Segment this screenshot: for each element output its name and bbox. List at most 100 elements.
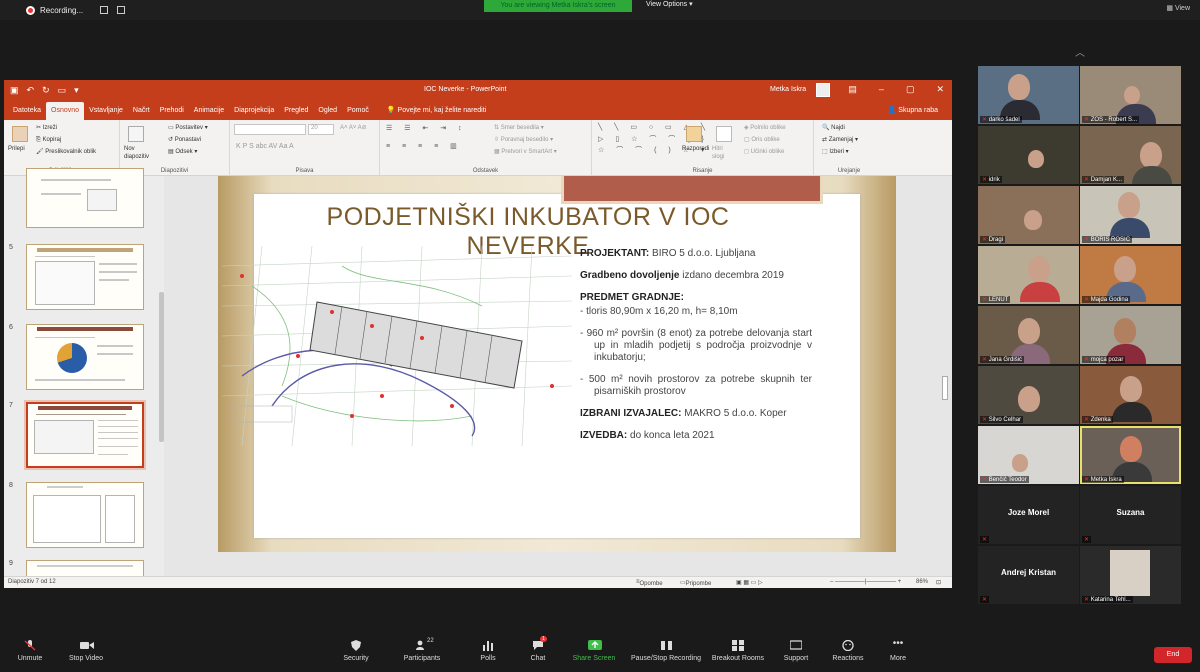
section-button[interactable]: ▤ Odsek ▾ bbox=[168, 148, 197, 157]
participant-tile[interactable]: ✕ idrik bbox=[978, 126, 1079, 184]
chat-button[interactable]: 1 Chat bbox=[508, 636, 568, 662]
list-icons[interactable]: ☰ ☰ ⇤ ⇥ ↕ bbox=[386, 124, 467, 132]
find-button[interactable]: 🔍 Najdi bbox=[822, 124, 845, 133]
text-direction-button[interactable]: ⇅ Smer besedila ▾ bbox=[494, 124, 544, 133]
present-icon[interactable]: ▭ bbox=[58, 85, 67, 96]
participant-tile[interactable]: ✕ Jana Grdišić bbox=[978, 306, 1079, 364]
participant-tile[interactable]: Andrej Kristan ✕ bbox=[978, 546, 1079, 604]
notes-button[interactable]: ≡ Opombe bbox=[636, 579, 663, 587]
paste-button[interactable]: Prilepi bbox=[8, 145, 25, 154]
site-plan-drawing[interactable] bbox=[221, 245, 573, 447]
participant-tile[interactable]: ✕ darko šadel bbox=[978, 66, 1079, 124]
participant-tile[interactable]: ✕ Dragi bbox=[978, 186, 1079, 244]
participants-button[interactable]: 22 Participants bbox=[392, 638, 452, 662]
slide-thumbnail[interactable] bbox=[26, 324, 144, 390]
quick-styles-icon[interactable] bbox=[716, 126, 732, 142]
fit-slide-icon[interactable]: ⊡ bbox=[936, 579, 941, 586]
stop-icon[interactable] bbox=[117, 6, 126, 14]
participant-tile[interactable]: ✕ ZOS - Robert S... bbox=[1080, 66, 1181, 124]
share-screen-button[interactable]: Share Screen bbox=[564, 640, 624, 662]
comments-button[interactable]: ▭ Pripombe bbox=[680, 579, 711, 587]
replace-button[interactable]: ⇄ Zamenjaj ▾ bbox=[822, 136, 858, 145]
quick-styles-button[interactable]: Hitri slogi bbox=[712, 145, 736, 161]
close-icon[interactable]: ✕ bbox=[936, 84, 944, 95]
tab-pomoc[interactable]: Pomoč bbox=[342, 102, 374, 120]
tell-me-search[interactable]: 💡 Povejte mi, kaj želite narediti bbox=[382, 102, 491, 120]
scroll-thumb[interactable] bbox=[942, 376, 948, 400]
format-painter-button[interactable]: 🖌 Preslikovalnik oblik bbox=[36, 148, 96, 157]
slide-thumbnails-pane[interactable]: 5 6 7 8 9 bbox=[4, 168, 164, 588]
participant-tile[interactable]: ✕ BORIS ROSIC bbox=[1080, 186, 1181, 244]
slide-thumbnail-selected[interactable] bbox=[24, 400, 146, 470]
cut-button[interactable]: ✂ Izreži bbox=[36, 124, 57, 133]
participant-tile[interactable]: ✕ Zdenka bbox=[1080, 366, 1181, 424]
slide-body-text[interactable]: PROJEKTANT: BIRO 5 d.o.o. Ljubljana Grad… bbox=[580, 248, 812, 452]
participant-tile[interactable]: Joze Morel ✕ bbox=[978, 486, 1079, 544]
tab-datoteka[interactable]: Datoteka bbox=[8, 102, 46, 120]
select-button[interactable]: ⬚ Izberi ▾ bbox=[822, 148, 849, 157]
pause-stop-recording-button[interactable]: Pause/Stop Recording bbox=[630, 640, 702, 662]
customize-icon[interactable]: ▾ bbox=[74, 85, 79, 96]
participant-tile[interactable]: ✕ mojca pozar bbox=[1080, 306, 1181, 364]
stop-video-button[interactable]: Stop Video bbox=[56, 640, 116, 662]
minimize-icon[interactable]: – bbox=[879, 84, 884, 95]
security-button[interactable]: Security bbox=[326, 640, 386, 662]
end-meeting-button[interactable]: End bbox=[1154, 647, 1192, 663]
align-icons[interactable]: ≡ ≡ ≡ ≡ ▥ bbox=[386, 142, 462, 150]
tab-vstavljanje[interactable]: Vstavljanje bbox=[84, 102, 128, 120]
zoom-level[interactable]: 86% bbox=[916, 579, 928, 585]
tab-animacije[interactable]: Animacije bbox=[189, 102, 229, 120]
gallery-collapse-chevron-icon[interactable]: ︿ bbox=[1060, 44, 1100, 60]
zoom-slider[interactable]: – ───────|─────── + bbox=[830, 579, 901, 585]
paste-icon[interactable] bbox=[12, 126, 28, 142]
copy-button[interactable]: ⎘ Kopiraj bbox=[36, 136, 61, 145]
pause-icon[interactable] bbox=[100, 6, 109, 14]
font-size-box[interactable]: 20 bbox=[308, 124, 334, 135]
new-slide-button[interactable]: Nov diapozitiv bbox=[124, 145, 154, 161]
share-button[interactable]: 👤 Skupna raba bbox=[888, 102, 938, 120]
slide-thumbnail[interactable] bbox=[26, 482, 144, 548]
more-button[interactable]: ••• More bbox=[868, 639, 928, 663]
tab-prehodi[interactable]: Prehodi bbox=[155, 102, 189, 120]
participant-tile[interactable]: ✕ Silvo Celhar bbox=[978, 366, 1079, 424]
breakout-rooms-button[interactable]: Breakout Rooms bbox=[708, 640, 768, 662]
slide-canvas[interactable]: PODJETNIŠKI INKUBATOR V IOC NEVERKE PROJ… bbox=[218, 176, 896, 552]
slide-thumbnail[interactable] bbox=[26, 168, 144, 228]
arrange-icon[interactable] bbox=[686, 126, 702, 142]
tab-ogled[interactable]: Ogled bbox=[313, 102, 342, 120]
ribbon-options-icon[interactable]: ▤ bbox=[848, 84, 857, 95]
participant-tile[interactable]: ✕ Damjan K... bbox=[1080, 126, 1181, 184]
participant-tile[interactable]: Suzana ✕ bbox=[1080, 486, 1181, 544]
slide-thumbnail[interactable] bbox=[26, 244, 144, 310]
arrange-button[interactable]: Razporedi bbox=[682, 145, 709, 154]
support-button[interactable]: Support bbox=[766, 640, 826, 662]
shape-fill-button[interactable]: ◈ Polnilo oblike bbox=[744, 124, 786, 133]
font-format-buttons[interactable]: K P S abc AV Aa A bbox=[236, 142, 294, 151]
participant-tile[interactable]: ✕ LENUT bbox=[978, 246, 1079, 304]
tab-osnovno[interactable]: Osnovno bbox=[46, 102, 85, 120]
maximize-icon[interactable]: ▢ bbox=[906, 84, 915, 95]
tab-pregled[interactable]: Pregled bbox=[279, 102, 313, 120]
layout-button[interactable]: ▭ Postavitev ▾ bbox=[168, 124, 208, 133]
recording-indicator[interactable]: Recording... bbox=[26, 2, 126, 18]
slide-editing-area[interactable]: PODJETNIŠKI INKUBATOR V IOC NEVERKE PROJ… bbox=[164, 176, 952, 576]
participant-tile[interactable]: ✕ Katarina Tehl... bbox=[1080, 546, 1181, 604]
avatar[interactable] bbox=[816, 83, 830, 97]
shape-effects-button[interactable]: ◻ Učinki oblike bbox=[744, 148, 784, 157]
grow-font-icon[interactable]: A˄ A˅ A⊘ bbox=[340, 124, 367, 133]
font-name-box[interactable] bbox=[234, 124, 306, 135]
shape-outline-button[interactable]: ▢ Oris oblike bbox=[744, 136, 780, 145]
participant-tile[interactable]: ✕ Benčič Teodor bbox=[978, 426, 1079, 484]
redo-icon[interactable]: ↻ bbox=[42, 85, 50, 96]
view-button[interactable]: ▦ View bbox=[1166, 4, 1190, 12]
tab-diaprojekcija[interactable]: Diaprojekcija bbox=[229, 102, 279, 120]
tab-nacrt[interactable]: Načrt bbox=[128, 102, 155, 120]
save-icon[interactable]: ▣ bbox=[10, 85, 19, 96]
participant-tile-active-speaker[interactable]: ✕ Metka Iskra bbox=[1080, 426, 1181, 484]
unmute-button[interactable]: Unmute bbox=[0, 640, 60, 662]
smartart-button[interactable]: ▦ Pretvori v SmartArt ▾ bbox=[494, 148, 557, 157]
reset-button[interactable]: ↺ Ponastavi bbox=[168, 136, 201, 145]
new-slide-icon[interactable] bbox=[128, 126, 144, 142]
participant-tile[interactable]: ✕ Majda Godina bbox=[1080, 246, 1181, 304]
slide-scrollbar[interactable] bbox=[942, 180, 948, 570]
